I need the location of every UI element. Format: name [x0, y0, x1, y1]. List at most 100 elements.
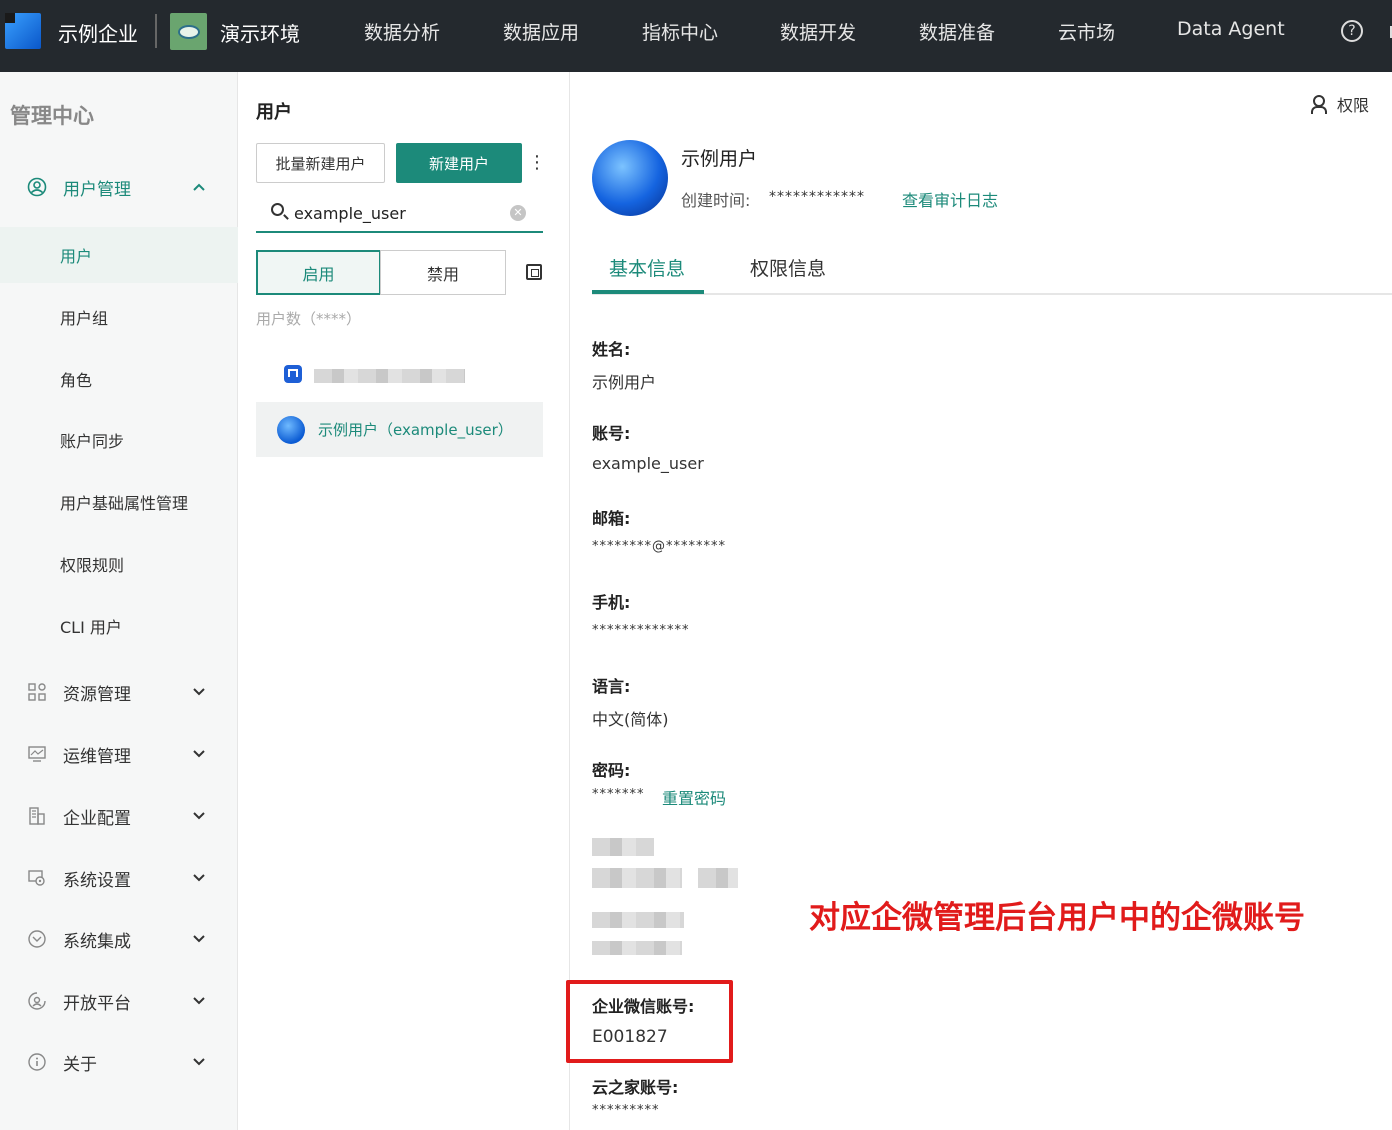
environment-logo-icon[interactable]: [170, 13, 207, 50]
avatar: [277, 416, 305, 444]
user-detail-panel: 权限 示例用户 创建时间: ************ 查看审计日志 基本信息 权…: [566, 72, 1392, 1130]
user-search-input[interactable]: [294, 199, 504, 227]
user-search-box: ✕: [256, 195, 543, 233]
user-permission-icon: [1311, 95, 1329, 114]
sidebar-item-label: 角色: [60, 371, 93, 390]
blurred-field-label: [592, 838, 654, 856]
sidebar-group-resource-management[interactable]: 资源管理: [0, 672, 238, 712]
blurred-field-label: [592, 912, 684, 928]
org-icon: [284, 365, 302, 383]
account-value: example_user: [592, 454, 704, 473]
tab-permission-info[interactable]: 权限信息: [750, 254, 826, 281]
sidebar-group-label: 用户管理: [63, 179, 131, 200]
password-value: *******: [592, 787, 645, 802]
yunzhijia-account-label: 云之家账号:: [592, 1078, 679, 1097]
chevron-up-icon: [193, 180, 205, 195]
nav-data-analysis[interactable]: 数据分析: [364, 18, 440, 45]
nav-cloud-market[interactable]: 云市场: [1058, 18, 1115, 45]
help-icon[interactable]: ?: [1341, 20, 1363, 42]
settings-icon: [27, 868, 47, 888]
filter-enabled-tab[interactable]: 启用: [256, 250, 381, 295]
sidebar-group-system-integration[interactable]: 系统集成: [0, 919, 238, 959]
sidebar-group-user-management[interactable]: 用户管理: [0, 167, 238, 207]
sidebar-item-permission-rules[interactable]: 权限规则: [0, 536, 238, 592]
top-navigation-bar: 示例企业 演示环境 数据分析 数据应用 指标中心 数据开发 数据准备 云市场 D…: [0, 0, 1392, 72]
sidebar-item-cli-users[interactable]: CLI 用户: [0, 598, 238, 654]
chevron-down-icon: [193, 1055, 205, 1070]
nav-data-preparation[interactable]: 数据准备: [919, 18, 995, 45]
sidebar-item-label: 账户同步: [60, 432, 125, 451]
created-time-value: ************: [769, 189, 865, 205]
nav-data-agent[interactable]: Data Agent: [1177, 18, 1285, 40]
email-label: 邮箱:: [592, 509, 631, 528]
sidebar-item-label: CLI 用户: [60, 618, 122, 637]
phone-label: 手机:: [592, 593, 631, 612]
topbar-divider: [155, 14, 157, 48]
more-options-icon[interactable]: ⋮: [528, 152, 546, 173]
permission-link-label: 权限: [1337, 96, 1370, 115]
exit-icon[interactable]: [1386, 26, 1392, 38]
list-item-label: 示例用户（example_user）: [318, 421, 513, 439]
list-item[interactable]: [256, 352, 543, 400]
sidebar-group-label: 运维管理: [63, 746, 131, 767]
sidebar-item-user-groups[interactable]: 用户组: [0, 289, 238, 345]
nav-data-application[interactable]: 数据应用: [503, 18, 579, 45]
active-tab-indicator: [592, 290, 704, 294]
created-time-label: 创建时间:: [681, 191, 751, 210]
chevron-down-icon: [193, 747, 205, 762]
chevron-down-icon: [193, 932, 205, 947]
tab-basic-info[interactable]: 基本信息: [609, 254, 685, 281]
clear-search-icon[interactable]: ✕: [510, 205, 526, 221]
search-icon: [271, 203, 284, 216]
language-value: 中文(简体): [592, 710, 669, 729]
sidebar-item-account-sync[interactable]: 账户同步: [0, 412, 238, 468]
building-icon: [27, 806, 47, 826]
chevron-down-icon: [193, 685, 205, 700]
user-circle-icon: [27, 177, 47, 197]
blurred-field-value: [592, 941, 682, 955]
chevron-down-icon: [193, 809, 205, 824]
sidebar-group-enterprise-config[interactable]: 企业配置: [0, 796, 238, 836]
sidebar-group-label: 开放平台: [63, 993, 131, 1014]
sidebar-item-users[interactable]: 用户: [0, 227, 238, 283]
sidebar-group-label: 资源管理: [63, 684, 131, 705]
environment-name[interactable]: 演示环境: [220, 18, 300, 47]
sidebar-group-ops-management[interactable]: 运维管理: [0, 734, 238, 774]
sidebar-group-label: 系统设置: [63, 870, 131, 891]
enterprise-name[interactable]: 示例企业: [58, 18, 138, 47]
wecom-account-label: 企业微信账号:: [592, 997, 695, 1016]
info-icon: [27, 1052, 47, 1072]
name-label: 姓名:: [592, 340, 631, 359]
user-count: 用户数（****）: [256, 310, 362, 328]
annotation-text: 对应企微管理后台用户中的企微账号: [809, 900, 1305, 936]
blurred-field-value: [592, 868, 682, 888]
nav-metrics-center[interactable]: 指标中心: [642, 18, 718, 45]
permission-link[interactable]: 权限: [1311, 92, 1369, 116]
chevron-down-icon: [193, 994, 205, 1009]
avatar: [592, 140, 668, 216]
enterprise-logo-icon[interactable]: [5, 13, 41, 49]
account-label: 账号:: [592, 424, 631, 443]
reset-password-link[interactable]: 重置密码: [662, 785, 726, 809]
list-item-selected-user[interactable]: 示例用户（example_user）: [256, 402, 543, 457]
sidebar-group-system-settings[interactable]: 系统设置: [0, 858, 238, 898]
filter-disabled-tab[interactable]: 禁用: [380, 250, 506, 295]
sidebar-group-label: 关于: [63, 1054, 97, 1075]
view-audit-log-link[interactable]: 查看审计日志: [902, 187, 998, 211]
yunzhijia-account-value: *********: [592, 1103, 660, 1118]
multi-select-icon[interactable]: [526, 264, 542, 280]
language-label: 语言:: [592, 677, 631, 696]
nav-data-development[interactable]: 数据开发: [780, 18, 856, 45]
integration-icon: [27, 929, 47, 949]
password-label: 密码:: [592, 761, 631, 780]
sidebar-group-about[interactable]: 关于: [0, 1042, 238, 1082]
sidebar-group-open-platform[interactable]: 开放平台: [0, 981, 238, 1021]
sidebar-item-user-attributes[interactable]: 用户基础属性管理: [0, 474, 238, 530]
sidebar-item-roles[interactable]: 角色: [0, 351, 238, 407]
admin-sidebar: 管理中心 用户管理 用户 用户组 角色 账户同步 用户基础属性管理 权限规则 C…: [0, 72, 238, 1130]
chevron-down-icon: [193, 871, 205, 886]
monitor-icon: [27, 744, 47, 764]
create-user-button[interactable]: 新建用户: [396, 143, 522, 183]
sidebar-item-label: 用户组: [60, 309, 109, 328]
batch-create-users-button[interactable]: 批量新建用户: [256, 143, 385, 183]
